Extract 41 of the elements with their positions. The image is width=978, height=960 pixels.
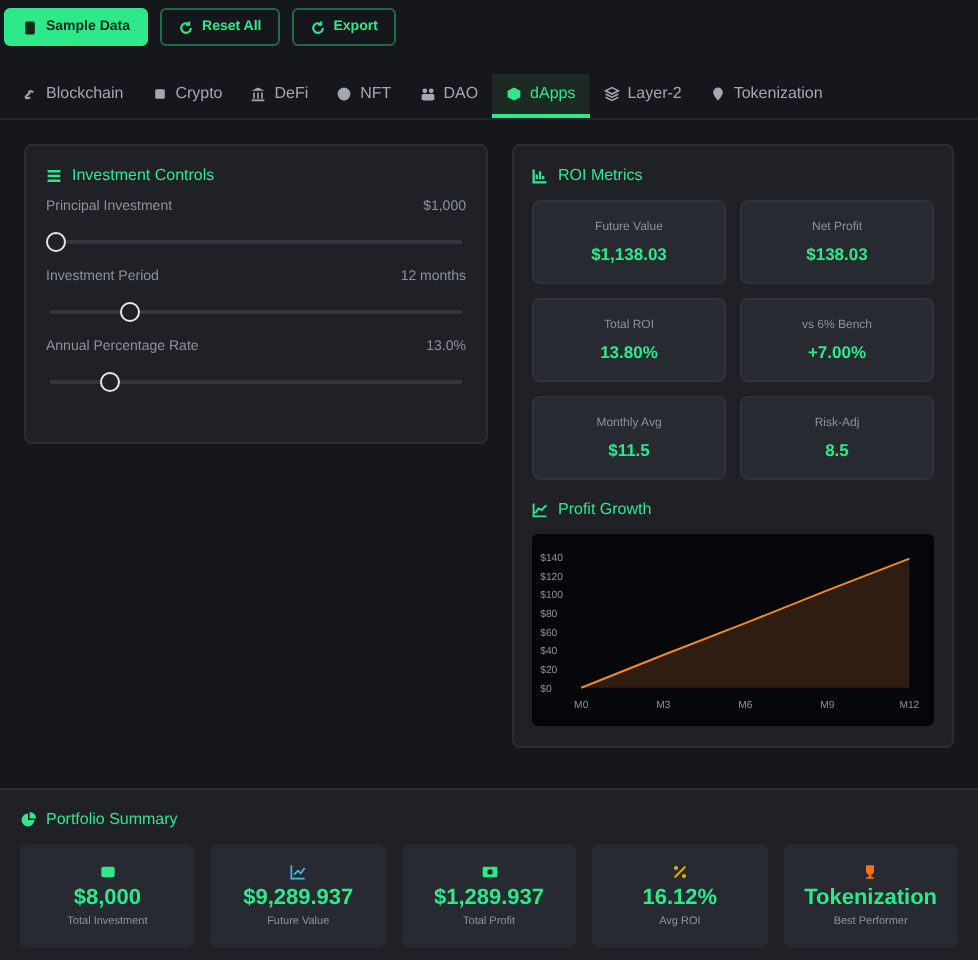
slider-thumb[interactable] — [46, 232, 67, 252]
summary-value: $8,000 — [73, 886, 142, 911]
tab-icon — [709, 85, 726, 101]
tab-icon — [603, 85, 620, 101]
refresh-icon — [178, 19, 195, 35]
document-icon — [22, 19, 38, 35]
tab-icon — [419, 85, 436, 101]
tab[interactable]: Blockchain — [8, 74, 138, 118]
metric-value: $138.03 — [806, 243, 868, 263]
tab-icon — [22, 85, 38, 101]
refresh-icon — [309, 19, 326, 35]
tab-icon — [151, 85, 168, 101]
card-title: Investment Controls — [72, 166, 215, 184]
card-title: ROI Metrics — [558, 166, 643, 184]
line-chart-icon — [532, 501, 548, 517]
summary-value: 16.12% — [642, 886, 718, 911]
tab[interactable]: NFT — [322, 74, 406, 118]
pie-chart-icon — [20, 811, 36, 828]
tab-icon — [336, 85, 353, 101]
metric-value: 8.5 — [825, 439, 849, 459]
tab[interactable]: dApps — [492, 74, 590, 118]
bar-chart-icon — [532, 167, 548, 183]
slider-thumb[interactable] — [120, 302, 141, 322]
summary-value: $9,289.937 — [243, 886, 354, 911]
tab[interactable]: Layer-2 — [589, 74, 696, 118]
tab-icon — [506, 85, 523, 101]
tab[interactable]: DeFi — [236, 74, 323, 118]
tab-icon — [250, 85, 267, 101]
metric-value: $11.5 — [608, 439, 650, 459]
summary-value: Tokenization — [804, 886, 938, 911]
tab[interactable]: Tokenization — [695, 74, 837, 118]
slider-thumb[interactable] — [99, 372, 120, 392]
metric-value: +7.00% — [807, 341, 867, 361]
card-title: Portfolio Summary — [46, 810, 178, 829]
metric-value: $1,138.03 — [591, 243, 667, 263]
summary-value: $1,289.937 — [433, 886, 545, 911]
tab[interactable]: Crypto — [137, 74, 237, 118]
list-icon — [46, 167, 62, 183]
tab[interactable]: DAO — [405, 74, 493, 118]
chart-title: Profit Growth — [558, 500, 652, 518]
metric-value: 13.80% — [600, 341, 658, 361]
